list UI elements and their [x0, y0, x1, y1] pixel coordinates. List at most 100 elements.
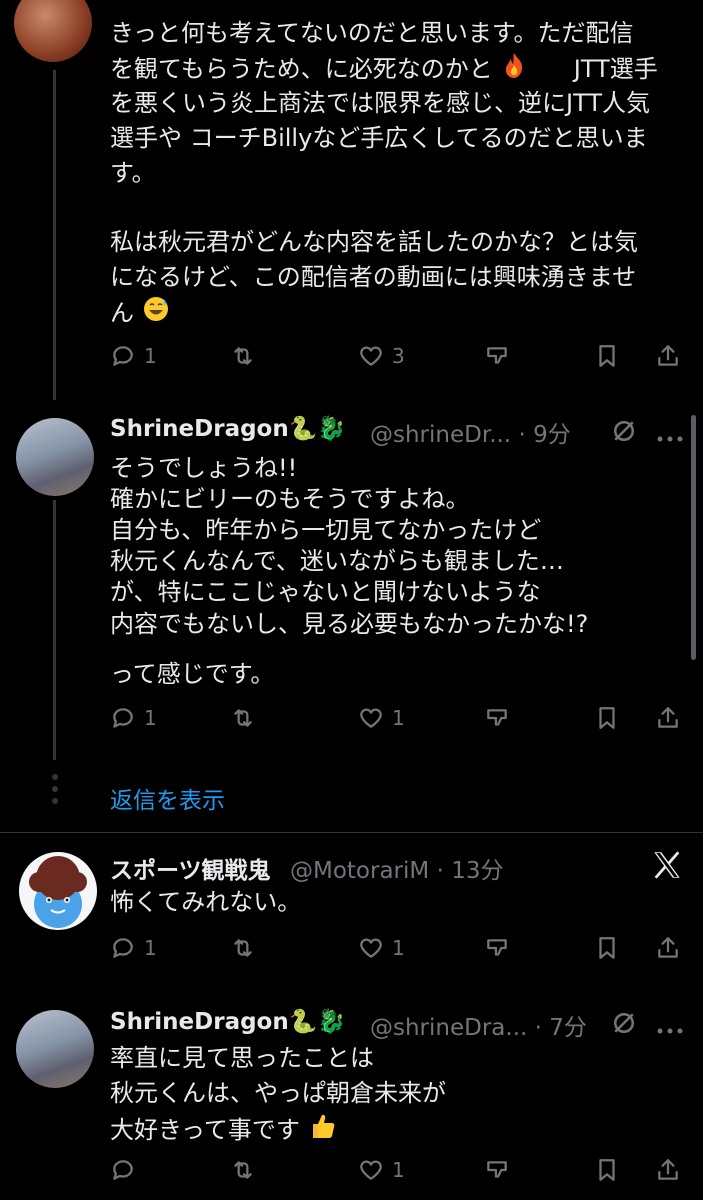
retweet-button[interactable] [230, 339, 264, 373]
share-button[interactable] [655, 701, 681, 735]
bookmark-button[interactable] [594, 931, 620, 965]
post2-handle[interactable]: @shrineDr... [370, 422, 511, 448]
post1-line-1: きっと何も考えてないのだと思います。ただ配信 [110, 19, 634, 47]
retweet-button[interactable] [230, 931, 264, 965]
post2-actions: 1 1 [110, 701, 685, 735]
post4-actions: 1 [110, 1153, 685, 1187]
post4-author-name[interactable]: ShrineDragon🐍🐉 [110, 1008, 346, 1035]
thread-line [53, 70, 56, 400]
post2-line-4: 秋元くんなんで、迷いながらも観ました… [110, 547, 564, 575]
downvote-button[interactable] [484, 1153, 510, 1187]
post4-meta: @shrineDra... · 7分 [370, 1015, 587, 1041]
downvote-button[interactable] [484, 701, 510, 735]
share-icon [658, 707, 678, 728]
post1-line-5: す。 [110, 159, 156, 187]
like-button[interactable]: 3 [358, 339, 405, 373]
retweet-icon [234, 1161, 252, 1179]
post1-line-6: 私は秋元君がどんな内容を話したのかな？とは気 [110, 228, 638, 256]
post3-handle[interactable]: @MotorariM [290, 858, 429, 884]
post4-line-3: 大好きって事です [110, 1111, 337, 1151]
post3-actions: 1 1 [110, 931, 685, 965]
post3-time[interactable]: 13分 [451, 858, 503, 884]
post1-line-2: を観てもらうため、に必死なのかと JTT選手 [110, 51, 658, 89]
heart-icon [360, 346, 382, 366]
grinning-sweat-emoji-icon [142, 295, 170, 333]
post4-line-2: 秋元くんは、やっぱ朝倉未来が [110, 1079, 446, 1107]
fire-emoji-icon [500, 51, 528, 89]
downvote-icon [487, 347, 507, 364]
reply-button[interactable]: 1 [110, 931, 157, 965]
share-button[interactable] [655, 1153, 681, 1187]
bookmark-icon [599, 1159, 615, 1181]
post2-time[interactable]: 9分 [533, 422, 571, 448]
like-button[interactable]: 1 [358, 931, 405, 965]
share-button[interactable] [655, 931, 681, 965]
grok-icon[interactable] [609, 416, 639, 450]
avatar[interactable] [14, 0, 92, 62]
post3-text: 怖くてみれない。 [110, 888, 302, 916]
thumbs-up-emoji-icon [307, 1111, 337, 1151]
post1-line-8: ん [110, 295, 170, 333]
post4-handle[interactable]: @shrineDra... [370, 1015, 527, 1041]
reply-icon [113, 346, 133, 366]
avatar[interactable] [16, 1010, 94, 1088]
post2-line-7: って感じです。 [110, 660, 275, 688]
heart-icon [360, 938, 382, 958]
grok-icon[interactable] [609, 1008, 639, 1042]
retweet-icon [234, 347, 252, 365]
bookmark-button[interactable] [594, 339, 620, 373]
post1-line-7: になるけど、この配信者の動画には興味湧きませ [110, 263, 637, 291]
downvote-icon [487, 939, 507, 956]
more-options-icon[interactable] [656, 1020, 684, 1039]
thread-dot [52, 774, 58, 780]
more-options-icon[interactable] [656, 428, 684, 447]
bookmark-icon [599, 345, 615, 367]
thread-dot [52, 798, 58, 804]
reply-icon [113, 708, 133, 728]
show-replies-link[interactable]: 返信を表示 [110, 781, 225, 815]
avatar[interactable] [16, 418, 94, 496]
post3-meta: @MotorariM · 13分 [290, 858, 504, 884]
bookmark-button[interactable] [594, 701, 620, 735]
post2-line-3: 自分も、昨年から一切見てなかったけど [110, 516, 542, 544]
reply-icon [113, 938, 133, 958]
heart-icon [360, 708, 382, 728]
retweet-icon [234, 939, 252, 957]
like-button[interactable]: 1 [358, 701, 405, 735]
downvote-icon [487, 1161, 507, 1178]
post3-author-name[interactable]: スポーツ観戦鬼 [110, 851, 271, 885]
share-icon [658, 345, 678, 366]
retweet-icon [234, 709, 252, 727]
downvote-icon [487, 709, 507, 726]
post4-line-1: 率直に見て思ったことは [110, 1044, 374, 1072]
retweet-button[interactable] [230, 1153, 264, 1187]
post4-time[interactable]: 7分 [549, 1015, 587, 1041]
bookmark-icon [599, 937, 615, 959]
scrollbar[interactable] [691, 415, 696, 660]
like-button[interactable]: 1 [358, 1153, 405, 1187]
reply-button[interactable]: 1 [110, 339, 157, 373]
x-logo-icon[interactable] [650, 848, 684, 886]
avatar[interactable] [19, 852, 97, 930]
retweet-button[interactable] [230, 701, 264, 735]
post1-actions: 1 3 [110, 339, 685, 373]
share-button[interactable] [655, 339, 681, 373]
post1-line-3: を悪くいう炎上商法では限界を感じ、逆にJTT人気 [110, 89, 650, 117]
post2-author-name[interactable]: ShrineDragon🐍🐉 [110, 415, 346, 442]
post2-line-5: が、特にここじゃないと聞けないような [110, 578, 541, 606]
post2-line-1: そうでしょうね!! [110, 454, 298, 482]
thread-dot [52, 786, 58, 792]
post1-line-4: 選手や コーチBillyなど手広くしてるのだと思いま [110, 124, 648, 152]
share-icon [658, 937, 678, 958]
share-icon [658, 1159, 678, 1180]
post2-line-6: 内容でもないし、見る必要もなかったかな!? [110, 610, 589, 638]
reply-button[interactable] [110, 1153, 144, 1187]
post2-line-2: 確かにビリーのもそうですよね。 [110, 485, 470, 513]
reply-button[interactable]: 1 [110, 701, 157, 735]
divider [0, 832, 703, 833]
downvote-button[interactable] [484, 339, 510, 373]
bookmark-button[interactable] [594, 1153, 620, 1187]
post2-meta: @shrineDr... · 9分 [370, 422, 571, 448]
thread-line [53, 500, 56, 760]
downvote-button[interactable] [484, 931, 510, 965]
